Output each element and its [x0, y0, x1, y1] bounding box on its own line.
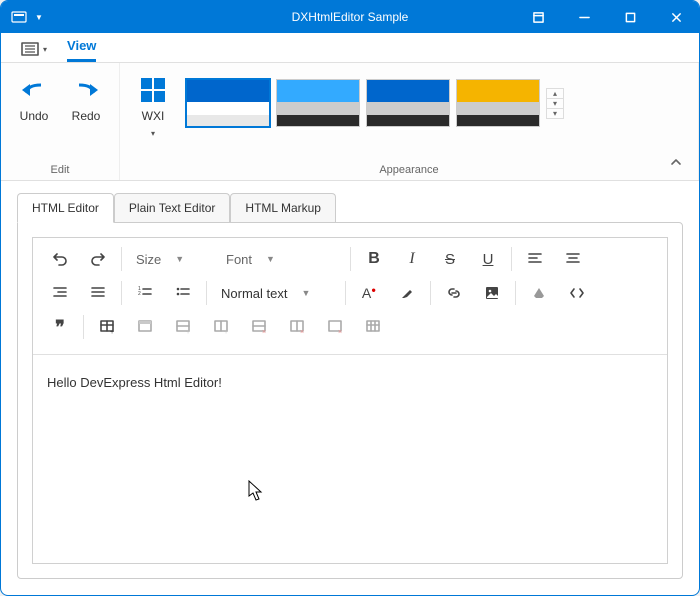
gallery-expand-button[interactable]: ▾ — [547, 109, 563, 118]
strike-button[interactable]: S — [431, 244, 469, 274]
content-area: HTML Editor Plain Text Editor HTML Marku… — [1, 181, 699, 595]
align-center-button[interactable] — [554, 244, 592, 274]
ribbon-tab-strip: ▾ View — [1, 33, 699, 63]
link-button[interactable] — [435, 278, 473, 308]
gallery-spin: ▴ ▾ ▾ — [546, 88, 564, 119]
group-label-appearance: Appearance — [379, 164, 438, 176]
ordered-list-button[interactable]: 12 — [126, 278, 164, 308]
chevron-down-icon: ▼ — [175, 254, 184, 264]
skin-swatch-1[interactable] — [276, 79, 360, 127]
insert-row-button[interactable]: + — [164, 312, 202, 342]
delete-row-button[interactable]: × — [240, 312, 278, 342]
ribbon-collapse-button[interactable] — [669, 155, 683, 172]
image-button[interactable] — [473, 278, 511, 308]
redo-tool[interactable] — [79, 244, 117, 274]
insert-column-button[interactable]: + — [202, 312, 240, 342]
skin-swatch-0[interactable] — [186, 79, 270, 127]
editor-text: Hello DevExpress Html Editor! — [47, 375, 222, 390]
align-justify-button[interactable] — [79, 278, 117, 308]
file-menu-button[interactable]: ▾ — [21, 42, 47, 62]
italic-button[interactable]: I — [393, 244, 431, 274]
app-window: ▼ DXHtmlEditor Sample ▾ View — [0, 0, 700, 596]
unordered-list-button[interactable] — [164, 278, 202, 308]
gallery-up-button[interactable]: ▴ — [547, 89, 563, 99]
qat-dropdown-icon[interactable]: ▼ — [35, 13, 43, 22]
tab-view[interactable]: View — [67, 32, 96, 62]
bold-button[interactable]: B — [355, 244, 393, 274]
svg-text:+: + — [224, 329, 228, 335]
tab-html-markup[interactable]: HTML Markup — [230, 193, 336, 222]
group-label-edit: Edit — [51, 164, 70, 176]
highlight-button[interactable] — [388, 278, 426, 308]
size-select[interactable]: Size▼ — [126, 244, 216, 274]
skin-swatch-3[interactable] — [456, 79, 540, 127]
skin-gallery: ▴ ▾ ▾ — [182, 69, 568, 137]
svg-text:×: × — [338, 329, 342, 335]
heading-select[interactable]: Normal text▼ — [211, 278, 341, 308]
svg-text:2: 2 — [138, 291, 141, 297]
cell-props-button[interactable] — [354, 312, 392, 342]
underline-button[interactable]: U — [469, 244, 507, 274]
svg-text:+: + — [110, 329, 114, 335]
insert-table-button[interactable]: + — [88, 312, 126, 342]
sheet-tabs: HTML Editor Plain Text Editor HTML Marku… — [17, 193, 683, 222]
titlebar: ▼ DXHtmlEditor Sample — [1, 1, 699, 33]
app-icon — [11, 9, 27, 25]
editor-panel: Size▼ Font▼ B I S U — [17, 222, 683, 579]
undo-tool[interactable] — [41, 244, 79, 274]
skin-wxi-button[interactable]: WXI ▾ — [130, 69, 176, 138]
ribbon-display-button[interactable] — [515, 1, 561, 33]
undo-button[interactable]: Undo — [11, 69, 57, 123]
html-editor: Size▼ Font▼ B I S U — [32, 237, 668, 564]
chevron-down-icon: ▾ — [151, 129, 155, 138]
svg-text:×: × — [300, 329, 304, 335]
chevron-down-icon: ▼ — [266, 254, 275, 264]
svg-text:×: × — [262, 329, 266, 335]
font-select[interactable]: Font▼ — [216, 244, 346, 274]
wxi-label: WXI — [142, 109, 165, 123]
editor-content[interactable]: Hello DevExpress Html Editor! — [33, 355, 667, 563]
align-right-button[interactable] — [41, 278, 79, 308]
code-block-button[interactable] — [558, 278, 596, 308]
delete-table-button[interactable]: × — [316, 312, 354, 342]
ribbon-group-appearance: WXI ▾ ▴ ▾ ▾ Appearance — [120, 63, 699, 180]
svg-text:+: + — [186, 329, 190, 335]
editor-toolbar: Size▼ Font▼ B I S U — [33, 238, 667, 355]
ribbon-body: Undo Redo Edit WXI ▾ — [1, 63, 699, 181]
gallery-down-button[interactable]: ▾ — [547, 99, 563, 109]
align-left-button[interactable] — [516, 244, 554, 274]
maximize-button[interactable] — [607, 1, 653, 33]
delete-column-button[interactable]: × — [278, 312, 316, 342]
clear-format-button[interactable] — [520, 278, 558, 308]
close-button[interactable] — [653, 1, 699, 33]
tab-plain-text[interactable]: Plain Text Editor — [114, 193, 231, 222]
ribbon-group-edit: Undo Redo Edit — [1, 63, 120, 180]
redo-button[interactable]: Redo — [63, 69, 109, 123]
table-header-button[interactable] — [126, 312, 164, 342]
blockquote-button[interactable]: ❞ — [41, 312, 79, 342]
redo-label: Redo — [72, 109, 101, 123]
undo-label: Undo — [20, 109, 49, 123]
tab-html-editor[interactable]: HTML Editor — [17, 193, 114, 223]
minimize-button[interactable] — [561, 1, 607, 33]
tiles-icon — [141, 78, 165, 102]
skin-swatch-2[interactable] — [366, 79, 450, 127]
font-color-button[interactable]: A● — [350, 278, 388, 308]
chevron-down-icon: ▼ — [301, 288, 310, 298]
